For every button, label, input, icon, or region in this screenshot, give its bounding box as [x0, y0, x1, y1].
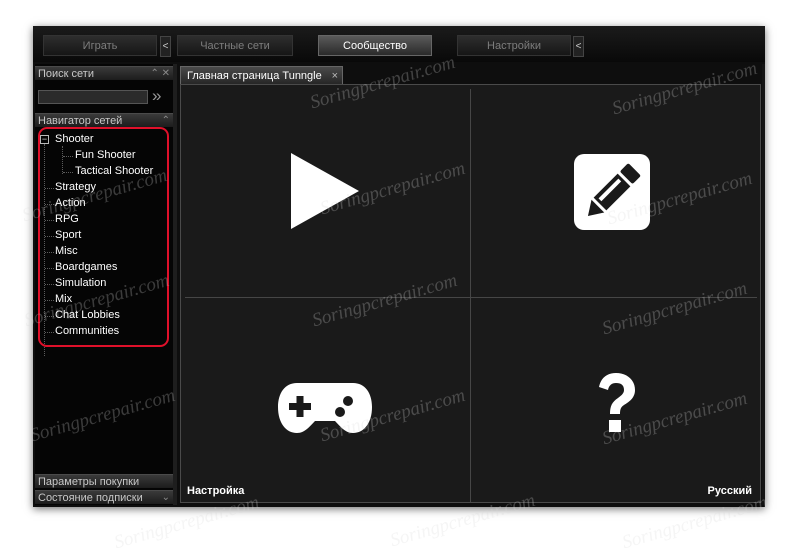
- expand-icon[interactable]: ⌄: [162, 491, 170, 505]
- search-panel-header: Поиск сети ⌃ ✕: [35, 66, 173, 80]
- tab-settings-arrow-icon[interactable]: <: [573, 36, 584, 57]
- doc-tab-title: Главная страница Tunngle: [187, 70, 322, 82]
- purchase-params-header[interactable]: Параметры покупки: [35, 474, 173, 488]
- search-go-icon[interactable]: »: [152, 87, 161, 105]
- tab-community[interactable]: Сообщество: [318, 35, 432, 56]
- tab-play[interactable]: Играть: [43, 35, 157, 56]
- language-link[interactable]: Русский: [708, 485, 752, 497]
- divider-vertical: [470, 89, 471, 502]
- tab-settings[interactable]: Настройки: [457, 35, 571, 56]
- search-panel-title: Поиск сети: [38, 68, 94, 80]
- close-icon[interactable]: ×: [332, 67, 338, 85]
- navigator-collapse-icon[interactable]: ⌃: [162, 114, 170, 128]
- tab-private-networks[interactable]: Частные сети: [177, 35, 293, 56]
- top-tab-bar: Играть < Частные сети Сообщество Настрой…: [33, 26, 765, 62]
- tab-play-arrow-icon[interactable]: <: [160, 36, 171, 57]
- splitter-handle[interactable]: [173, 64, 177, 505]
- doc-tab-home[interactable]: Главная страница Tunngle ×: [180, 66, 343, 84]
- purchase-params-title: Параметры покупки: [38, 476, 140, 488]
- subscription-status-header[interactable]: Состояние подписки ⌄: [35, 490, 173, 504]
- network-search-input[interactable]: [38, 90, 148, 104]
- panel-collapse-close-icon[interactable]: ⌃ ✕: [150, 67, 170, 81]
- subscription-status-title: Состояние подписки: [38, 492, 143, 504]
- settings-link[interactable]: Настройка: [187, 485, 244, 497]
- right-edge-handle[interactable]: [762, 64, 765, 505]
- home-content: Настройка Русский: [180, 84, 761, 503]
- navigator-header: Навигатор сетей ⌃: [35, 113, 173, 127]
- navigator-title: Навигатор сетей: [38, 115, 123, 127]
